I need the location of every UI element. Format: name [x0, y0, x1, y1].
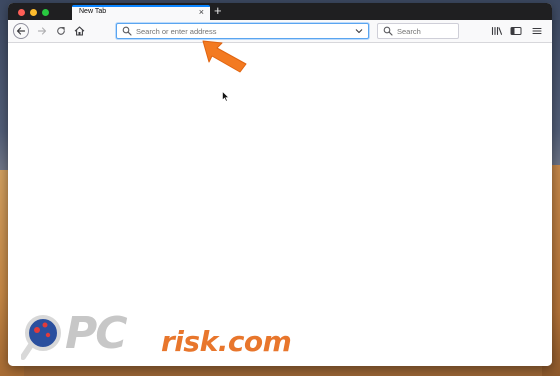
open-menu-button[interactable] — [530, 24, 544, 38]
reload-button[interactable] — [54, 24, 68, 38]
url-input[interactable] — [136, 25, 336, 37]
zoom-window-button[interactable] — [42, 9, 49, 16]
dropdown-icon[interactable] — [355, 27, 363, 35]
magnifier-logo-icon — [21, 315, 61, 360]
back-button[interactable] — [13, 23, 29, 39]
hamburger-menu-icon — [532, 27, 542, 35]
library-icon — [491, 26, 503, 36]
home-button[interactable] — [72, 24, 86, 38]
forward-arrow-icon — [37, 27, 47, 35]
annotation-arrow-icon — [202, 40, 247, 73]
tab-title: New Tab — [79, 8, 107, 15]
library-button[interactable] — [490, 24, 504, 38]
search-icon — [122, 26, 132, 36]
mouse-cursor-icon — [222, 91, 230, 102]
tab-close-icon[interactable]: × — [199, 7, 204, 18]
search-input[interactable] — [397, 25, 455, 37]
minimize-window-button[interactable] — [30, 9, 37, 16]
tab-bar: New Tab × + — [8, 3, 552, 20]
reload-icon — [57, 27, 65, 35]
search-icon — [383, 26, 393, 36]
back-arrow-icon — [16, 27, 26, 35]
home-icon — [74, 26, 84, 36]
new-tab-button[interactable]: + — [214, 3, 222, 18]
sidebar-icon — [510, 27, 522, 35]
watermark-pc-text: PC — [65, 308, 128, 359]
tab-new-tab[interactable]: New Tab × — [72, 5, 210, 20]
watermark-risk-text: risk.com — [161, 325, 292, 358]
search-bar[interactable] — [377, 23, 459, 39]
forward-button[interactable] — [35, 24, 49, 38]
sidebar-button[interactable] — [509, 24, 523, 38]
close-window-button[interactable] — [18, 9, 25, 16]
pcrisk-watermark: PC risk.com — [21, 309, 341, 361]
navigation-toolbar — [8, 20, 552, 43]
